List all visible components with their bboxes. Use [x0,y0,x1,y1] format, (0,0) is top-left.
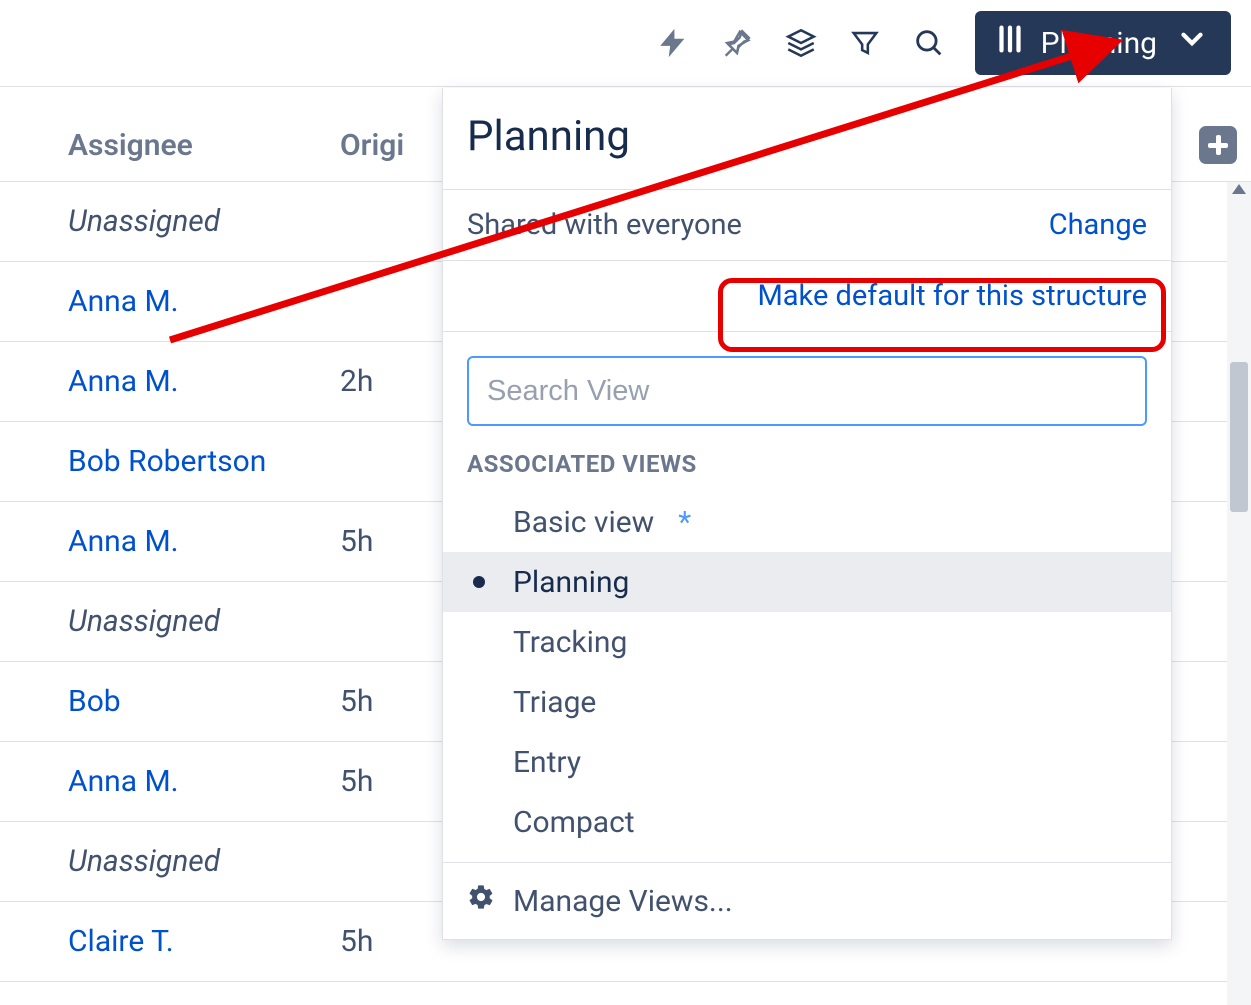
assignee-link[interactable]: Anna M. [0,364,340,399]
toolbar: Planning [0,0,1251,87]
col-assignee[interactable]: Assignee [0,128,340,163]
scroll-thumb[interactable] [1230,362,1248,512]
associated-views-header: ASSOCIATED VIEWS [443,450,1171,492]
view-item-label: Triage [513,685,596,720]
view-item-label: Entry [513,745,581,780]
view-item-triage[interactable]: Triage [443,672,1171,732]
default-star-icon: * [678,505,691,540]
view-item-entry[interactable]: Entry [443,732,1171,792]
assignee-link[interactable]: Anna M. [0,524,340,559]
assignee-unassigned: Unassigned [0,204,340,239]
gear-icon [467,883,495,919]
view-item-label: Basic view [513,505,654,540]
automation-icon[interactable] [655,25,691,61]
assignee-link[interactable]: Anna M. [0,284,340,319]
make-default-link[interactable]: Make default for this structure [757,279,1147,313]
scroll-up-arrow-icon[interactable] [1232,184,1246,194]
manage-views-label: Manage Views... [513,884,733,919]
assignee-link[interactable]: Anna M. [0,764,340,799]
view-list: Basic view * Planning Tracking Triage Entry Co… [443,492,1171,852]
assignee-link[interactable]: Bob Robertson [0,444,340,479]
vertical-scrollbar[interactable] [1227,182,1251,1005]
original-estimate-cell: 5h [340,524,440,559]
view-item-tracking[interactable]: Tracking [443,612,1171,672]
assignee-link[interactable]: Bob [0,684,340,719]
layers-icon[interactable] [783,25,819,61]
columns-icon [993,22,1027,64]
original-estimate-cell: 2h [340,364,440,399]
selected-dot-icon [473,576,485,588]
view-selector-button[interactable]: Planning [975,11,1231,75]
assignee-unassigned: Unassigned [0,844,340,879]
pin-icon[interactable] [719,25,755,61]
view-selector-label: Planning [1041,26,1157,61]
make-default-row: Make default for this structure [443,261,1171,332]
view-item-compact[interactable]: Compact [443,792,1171,852]
search-icon[interactable] [911,25,947,61]
original-estimate-cell: 5h [340,684,440,719]
view-dropdown-panel: Planning Shared with everyone Change Mak… [442,88,1172,940]
chevron-down-icon [1175,22,1209,64]
add-column-button[interactable] [1199,126,1237,164]
manage-views-link[interactable]: Manage Views... [443,863,1171,939]
view-item-basic-view[interactable]: Basic view * [443,492,1171,552]
original-estimate-cell: 5h [340,924,440,959]
view-item-label: Tracking [513,625,627,660]
assignee-link[interactable]: Claire T. [0,924,340,959]
panel-title: Planning [443,88,1171,190]
filter-icon[interactable] [847,25,883,61]
original-estimate-cell: 5h [340,764,440,799]
shared-row: Shared with everyone Change [443,190,1171,261]
change-link[interactable]: Change [1049,208,1147,242]
view-item-label: Planning [513,565,629,600]
search-view-input[interactable] [467,356,1147,426]
view-item-planning[interactable]: Planning [443,552,1171,612]
view-item-label: Compact [513,805,635,840]
assignee-unassigned: Unassigned [0,604,340,639]
shared-text: Shared with everyone [467,208,742,242]
